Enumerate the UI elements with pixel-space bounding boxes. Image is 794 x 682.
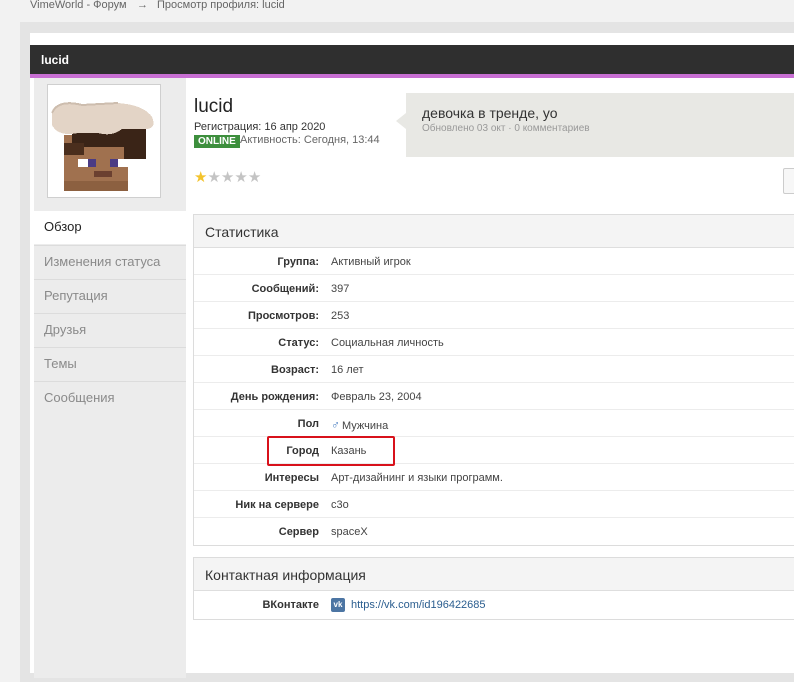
row-label: Сообщений: — [251, 283, 319, 295]
row-value: spaceX — [331, 526, 368, 538]
registration-date: Регистрация: 16 апр 2020 — [194, 121, 326, 133]
row-label: ВКонтакте — [262, 599, 319, 611]
row-label: Возраст: — [271, 364, 319, 376]
breadcrumb-home-link[interactable]: VimeWorld - Форум — [30, 0, 127, 11]
row-value: Социальная личность — [331, 337, 444, 349]
row-label: Пол — [297, 418, 319, 430]
star-icon[interactable]: ★ — [207, 169, 220, 186]
avatar — [47, 84, 161, 198]
row-label: Сервер — [278, 526, 319, 538]
star-icon[interactable]: ★ — [234, 169, 247, 186]
row-value: 16 лет — [331, 364, 364, 376]
rating-stars[interactable]: ★★★★★ — [194, 168, 261, 186]
avatar-image — [51, 102, 154, 191]
status-text: девочка в тренде, уо — [422, 105, 558, 121]
online-badge: ONLINE — [194, 135, 240, 148]
options-button[interactable] — [783, 168, 794, 194]
table-row: Сообщений: 397 — [194, 275, 794, 302]
tab-reputation[interactable]: Репутация — [34, 279, 186, 312]
male-gender-icon: ♂ — [331, 418, 340, 432]
table-row: Интересы Арт-дизайнинг и языки программ. — [194, 464, 794, 491]
statistics-title: Статистика — [194, 215, 794, 248]
row-label: День рождения: — [230, 391, 319, 403]
status-meta[interactable]: Обновлено 03 окт · 0 комментариев — [422, 123, 590, 134]
contacts-section: Контактная информация ВКонтакте vk https:… — [193, 557, 794, 620]
row-label: Ник на сервере — [235, 499, 319, 511]
row-value: Активный игрок — [331, 256, 411, 268]
row-value: vk https://vk.com/id196422685 — [331, 598, 486, 612]
breadcrumb-current: Просмотр профиля: lucid — [157, 0, 285, 11]
table-row: Ник на сервере c3o — [194, 491, 794, 518]
row-label: Интересы — [264, 472, 319, 484]
breadcrumb-separator: → — [137, 0, 148, 11]
tab-messages[interactable]: Сообщения — [34, 381, 186, 414]
row-value: ♂ Мужчина — [331, 418, 388, 432]
star-icon[interactable]: ★ — [248, 169, 261, 186]
statistics-section: Статистика Группа: Активный игрок Сообщен… — [193, 214, 794, 546]
tab-status-changes[interactable]: Изменения статуса — [34, 245, 186, 278]
star-icon[interactable]: ★ — [194, 169, 207, 186]
username: lucid — [194, 96, 234, 117]
table-row: Возраст: 16 лет — [194, 356, 794, 383]
table-row: Статус: Социальная личность — [194, 329, 794, 356]
tab-topics[interactable]: Темы — [34, 347, 186, 380]
tab-overview[interactable]: Обзор — [34, 211, 186, 244]
row-value: Арт-дизайнинг и языки программ. — [331, 472, 503, 484]
row-label: Просмотров: — [247, 310, 319, 322]
table-row: Группа: Активный игрок — [194, 248, 794, 275]
last-activity: Активность: Сегодня, 13:44 — [240, 134, 380, 146]
row-label: Группа: — [277, 256, 319, 268]
gender-value: Мужчина — [342, 420, 389, 432]
table-row: Просмотров: 253 — [194, 302, 794, 329]
vk-profile-link[interactable]: https://vk.com/id196422685 — [351, 599, 486, 611]
row-value: 253 — [331, 310, 350, 322]
tab-friends[interactable]: Друзья — [34, 313, 186, 346]
row-value: 397 — [331, 283, 350, 295]
table-row: ВКонтакте vk https://vk.com/id196422685 — [194, 591, 794, 619]
row-value: Февраль 23, 2004 — [331, 391, 422, 403]
row-value: c3o — [331, 499, 349, 511]
table-row: День рождения: Февраль 23, 2004 — [194, 383, 794, 410]
vk-icon: vk — [331, 598, 345, 612]
table-row: Пол ♂ Мужчина — [194, 410, 794, 437]
contacts-title: Контактная информация — [194, 558, 794, 591]
row-label: Статус: — [278, 337, 319, 349]
profile-title-bar: lucid — [30, 45, 794, 74]
star-icon[interactable]: ★ — [221, 169, 234, 186]
city-highlight-box — [267, 436, 395, 466]
page-title: lucid — [41, 53, 70, 67]
status-bubble: девочка в тренде, уо Обновлено 03 окт · … — [396, 93, 794, 157]
table-row: Сервер spaceX — [194, 518, 794, 545]
